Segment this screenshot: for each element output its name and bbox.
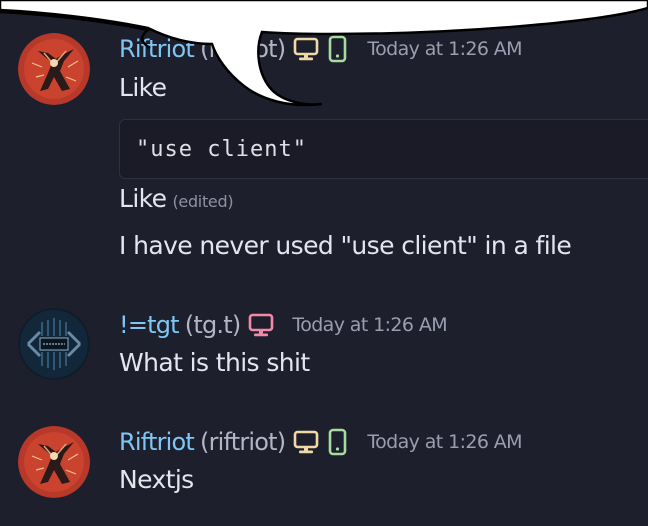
timestamp[interactable]: Today at 1:26 AM	[367, 38, 522, 60]
riftriot-avatar-image	[18, 426, 90, 498]
speech-bubble-overlay	[0, 0, 648, 107]
desktop-icon	[293, 428, 319, 456]
message-header: Riftriot (riftriot) Today at 1:26 AM	[119, 33, 523, 65]
riftriot-avatar-image	[18, 33, 90, 105]
message-text: Like	[119, 73, 167, 102]
desktop-icon	[248, 311, 274, 339]
username[interactable]: Riftriot	[119, 35, 195, 63]
user-handle[interactable]: (riftriot)	[200, 428, 286, 456]
message-text: I have never used "use client" in a file	[119, 231, 572, 260]
avatar[interactable]	[18, 33, 90, 105]
user-handle[interactable]: (riftriot)	[200, 35, 286, 63]
message-header: Riftriot (riftriot) Today at 1:26 AM	[119, 426, 523, 458]
timestamp[interactable]: Today at 1:26 AM	[367, 431, 522, 453]
username[interactable]: Riftriot	[119, 428, 195, 456]
message-text: Like	[119, 184, 167, 213]
desktop-icon	[293, 35, 319, 63]
mobile-icon	[327, 35, 349, 63]
code-block: "use client"	[119, 119, 648, 179]
user-handle[interactable]: (tg.t)	[185, 311, 241, 339]
message-text: What is this shit	[119, 348, 310, 377]
code-text: "use client"	[136, 137, 307, 162]
chat-view: Riftriot (riftriot) Today at 1:26 AM Lik…	[0, 0, 648, 526]
edited-label: (edited)	[172, 192, 234, 211]
username[interactable]: !=tgt	[119, 311, 180, 339]
message-header: !=tgt (tg.t) Today at 1:26 AM	[119, 309, 448, 341]
avatar[interactable]	[18, 426, 90, 498]
timestamp[interactable]: Today at 1:26 AM	[292, 314, 447, 336]
tgt-avatar-image	[18, 308, 90, 380]
message-text-edited: Like (edited)	[119, 184, 234, 213]
avatar[interactable]	[18, 308, 90, 380]
message-text: Nextjs	[119, 465, 194, 494]
mobile-icon	[327, 428, 349, 456]
